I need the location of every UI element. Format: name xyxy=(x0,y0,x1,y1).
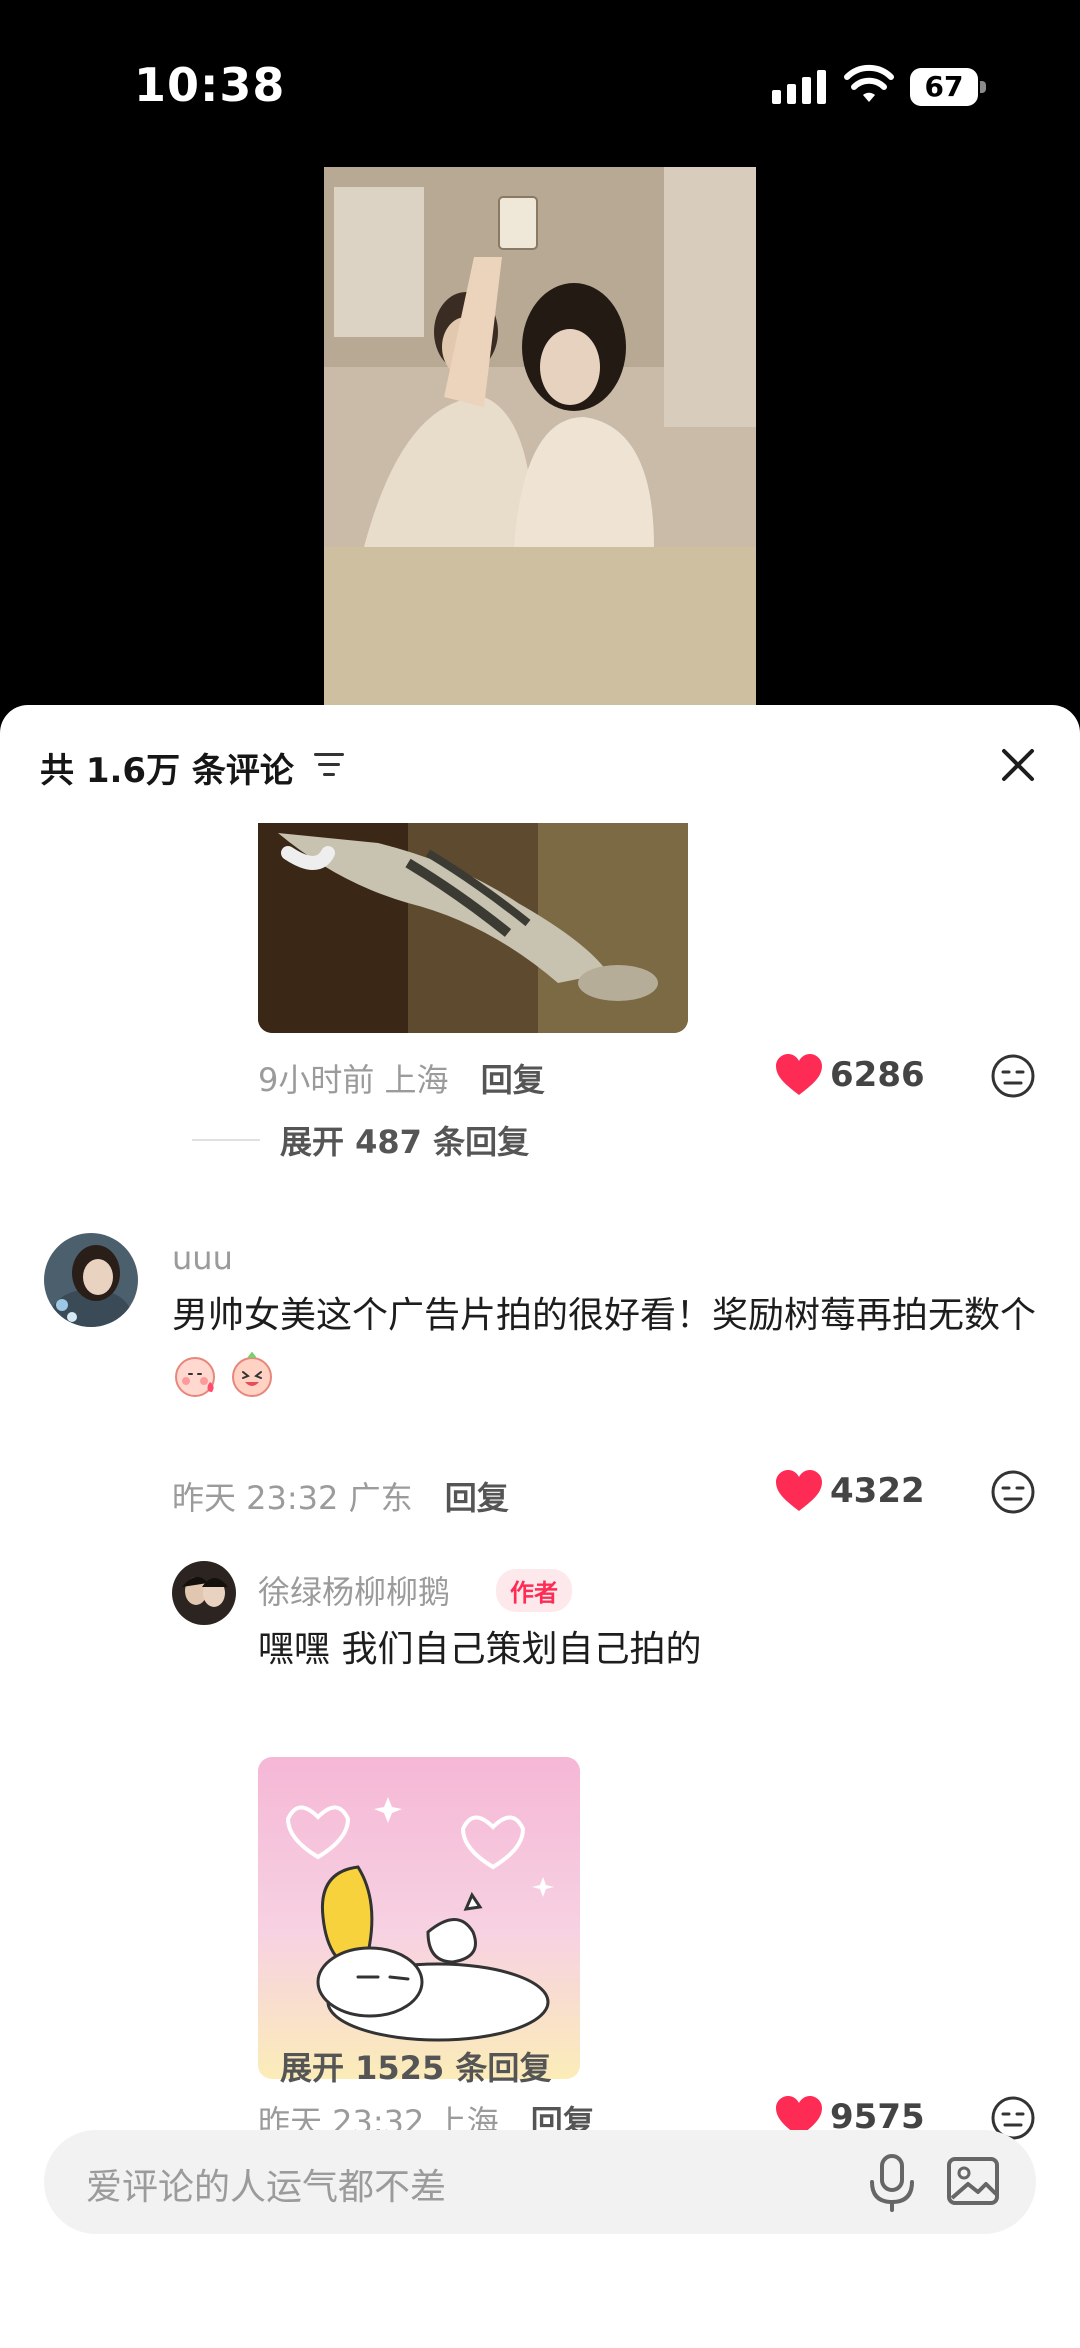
comment-time: 9小时前 xyxy=(258,1061,375,1099)
reply-button[interactable]: 回复 xyxy=(481,1061,545,1099)
clock: 10:38 xyxy=(134,58,286,112)
like-count: 4322 xyxy=(830,1471,925,1511)
comments-header: 共 1.6万 条评论 xyxy=(0,705,1080,823)
expand-divider xyxy=(192,1139,260,1141)
battery-tip xyxy=(980,81,986,93)
comment-input-placeholder[interactable]: 爱评论的人运气都不差 xyxy=(86,2158,446,2210)
like-count: 6286 xyxy=(830,1055,925,1095)
comment-body: 男帅女美这个广告片拍的很好看！奖励树莓再拍无数个 xyxy=(172,1295,1037,1336)
comment-input[interactable]: 爱评论的人运气都不差 xyxy=(44,2130,1036,2234)
dislike-icon[interactable] xyxy=(990,1053,1036,1099)
status-bar: 10:38 67 xyxy=(0,0,1080,160)
comment-image-content xyxy=(258,823,688,1033)
comment-list[interactable]: 9小时前 上海 回复 6286 展开 487 条回复 uuu 男帅女美这个广告片… xyxy=(0,823,1080,2153)
video-player[interactable] xyxy=(324,167,756,707)
battery-indicator: 67 xyxy=(910,68,986,106)
avatar-image xyxy=(44,1233,138,1327)
close-icon[interactable] xyxy=(994,741,1042,789)
sticker-image xyxy=(258,1757,580,2079)
microphone-icon[interactable] xyxy=(864,2152,920,2212)
comment-meta: 昨天 23:32 广东 回复 xyxy=(172,1473,509,1519)
comment-sticker[interactable] xyxy=(258,1757,580,2079)
sort-filter-icon[interactable] xyxy=(312,749,348,781)
expand-replies-button[interactable]: 展开 487 条回复 xyxy=(280,1117,529,1163)
blush-emoji-icon xyxy=(175,1357,215,1397)
heart-filled-icon xyxy=(776,1054,822,1095)
laugh-emoji-icon xyxy=(232,1352,273,1397)
dislike-icon[interactable] xyxy=(990,1469,1036,1515)
video-frame xyxy=(324,167,756,707)
comments-sheet: 共 1.6万 条评论 9小时前 上海 回复 6286 展开 487 条回复 uu… xyxy=(0,705,1080,2348)
author-badge: 作者 xyxy=(496,1569,572,1612)
comment-image[interactable] xyxy=(258,823,688,1033)
like-button[interactable]: 4322 xyxy=(774,1469,925,1513)
expand-replies-button[interactable]: 展开 1525 条回复 xyxy=(280,2043,551,2089)
username[interactable]: uuu xyxy=(172,1239,233,1277)
avatar[interactable] xyxy=(172,1561,236,1625)
image-icon[interactable] xyxy=(946,2154,1000,2208)
avatar[interactable] xyxy=(44,1233,138,1327)
heart-filled-icon xyxy=(776,1470,822,1511)
comment-text: 嘿嘿 我们自己策划自己拍的 xyxy=(258,1629,702,1670)
comment-location: 上海 xyxy=(384,1061,449,1099)
signal-icon xyxy=(772,70,826,104)
comment-text: 男帅女美这个广告片拍的很好看！奖励树莓再拍无数个 xyxy=(172,1287,1052,1403)
battery-level: 67 xyxy=(910,68,978,106)
reply-button[interactable]: 回复 xyxy=(445,1479,509,1517)
avatar-image xyxy=(172,1561,236,1625)
username[interactable]: 徐绿杨柳柳鹅 xyxy=(258,1567,450,1613)
like-button[interactable]: 6286 xyxy=(774,1053,925,1097)
comment-location: 广东 xyxy=(348,1479,413,1517)
comment-meta: 9小时前 上海 回复 xyxy=(258,1055,545,1101)
comment-count: 共 1.6万 条评论 xyxy=(40,751,294,791)
wifi-icon xyxy=(844,64,894,102)
comment-time: 昨天 23:32 xyxy=(172,1479,339,1517)
